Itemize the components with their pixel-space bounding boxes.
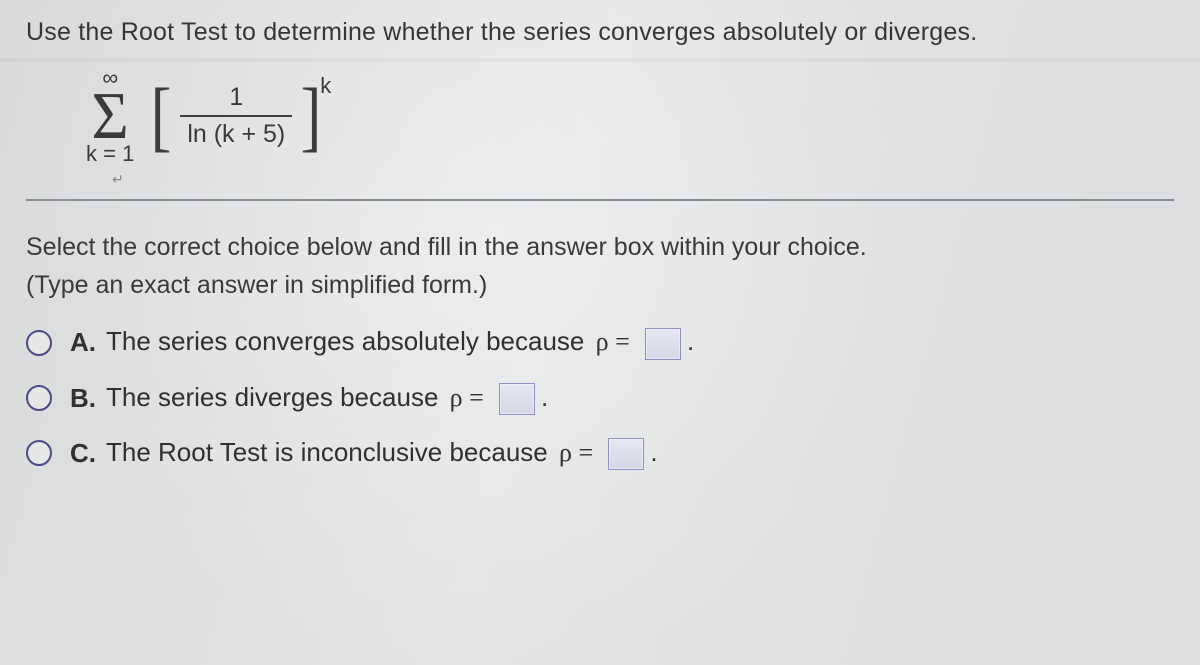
cursor-icon: ↵ xyxy=(112,171,122,185)
sigma-icon: Σ xyxy=(92,88,129,145)
fraction: 1 ln (k + 5) xyxy=(174,77,298,155)
choice-b-period: . xyxy=(541,382,548,412)
choice-a-prefix: The series converges absolutely because xyxy=(106,326,592,356)
choice-c-rho: ρ = xyxy=(555,438,597,467)
choice-c-text: The Root Test is inconclusive because ρ … xyxy=(106,437,658,470)
radio-b[interactable] xyxy=(26,385,52,411)
section-divider xyxy=(26,199,1174,201)
bracketed-term: [ 1 ln (k + 5) ] k xyxy=(148,77,331,155)
choice-b-answer-box[interactable] xyxy=(499,383,535,415)
choice-b-prefix: The series diverges because xyxy=(106,382,446,412)
choice-a-period: . xyxy=(687,326,694,356)
summation-symbol: ∞ Σ k = 1 xyxy=(86,67,134,165)
answer-instructions: Select the correct choice below and fill… xyxy=(26,229,1174,304)
instruction-line-1: Select the correct choice below and fill… xyxy=(26,233,867,261)
choice-b-text: The series diverges because ρ = . xyxy=(106,382,548,415)
fraction-numerator: 1 xyxy=(225,82,247,113)
choice-a-text: The series converges absolutely because … xyxy=(106,326,694,359)
question-prompt: Use the Root Test to determine whether t… xyxy=(26,18,1174,47)
right-bracket-icon: ] xyxy=(301,77,322,155)
choice-c-prefix: The Root Test is inconclusive because xyxy=(106,437,555,467)
choice-b-row[interactable]: B. The series diverges because ρ = . xyxy=(26,382,1174,415)
choice-a-rho: ρ = xyxy=(592,327,634,356)
radio-c[interactable] xyxy=(26,440,52,466)
instruction-line-2: (Type an exact answer in simplified form… xyxy=(26,271,487,299)
term-exponent: k xyxy=(320,73,331,99)
choice-c-letter: C. xyxy=(70,438,98,469)
choice-a-answer-box[interactable] xyxy=(645,328,681,360)
choice-b-rho: ρ = xyxy=(446,383,488,412)
choice-b-letter: B. xyxy=(70,383,98,414)
radio-a[interactable] xyxy=(26,330,52,356)
choice-c-row[interactable]: C. The Root Test is inconclusive because… xyxy=(26,437,1174,470)
question-page: Use the Root Test to determine whether t… xyxy=(0,0,1200,665)
choice-c-period: . xyxy=(650,437,657,467)
left-bracket-icon: [ xyxy=(151,77,172,155)
fraction-bar xyxy=(180,115,292,117)
fraction-denominator: ln (k + 5) xyxy=(183,119,289,150)
choice-c-answer-box[interactable] xyxy=(608,438,644,470)
decorative-shadow xyxy=(0,58,1200,62)
choice-a-row[interactable]: A. The series converges absolutely becau… xyxy=(26,326,1174,359)
series-expression: ∞ Σ k = 1 [ 1 ln (k + 5) ] k xyxy=(86,67,1174,165)
choice-a-letter: A. xyxy=(70,327,98,358)
